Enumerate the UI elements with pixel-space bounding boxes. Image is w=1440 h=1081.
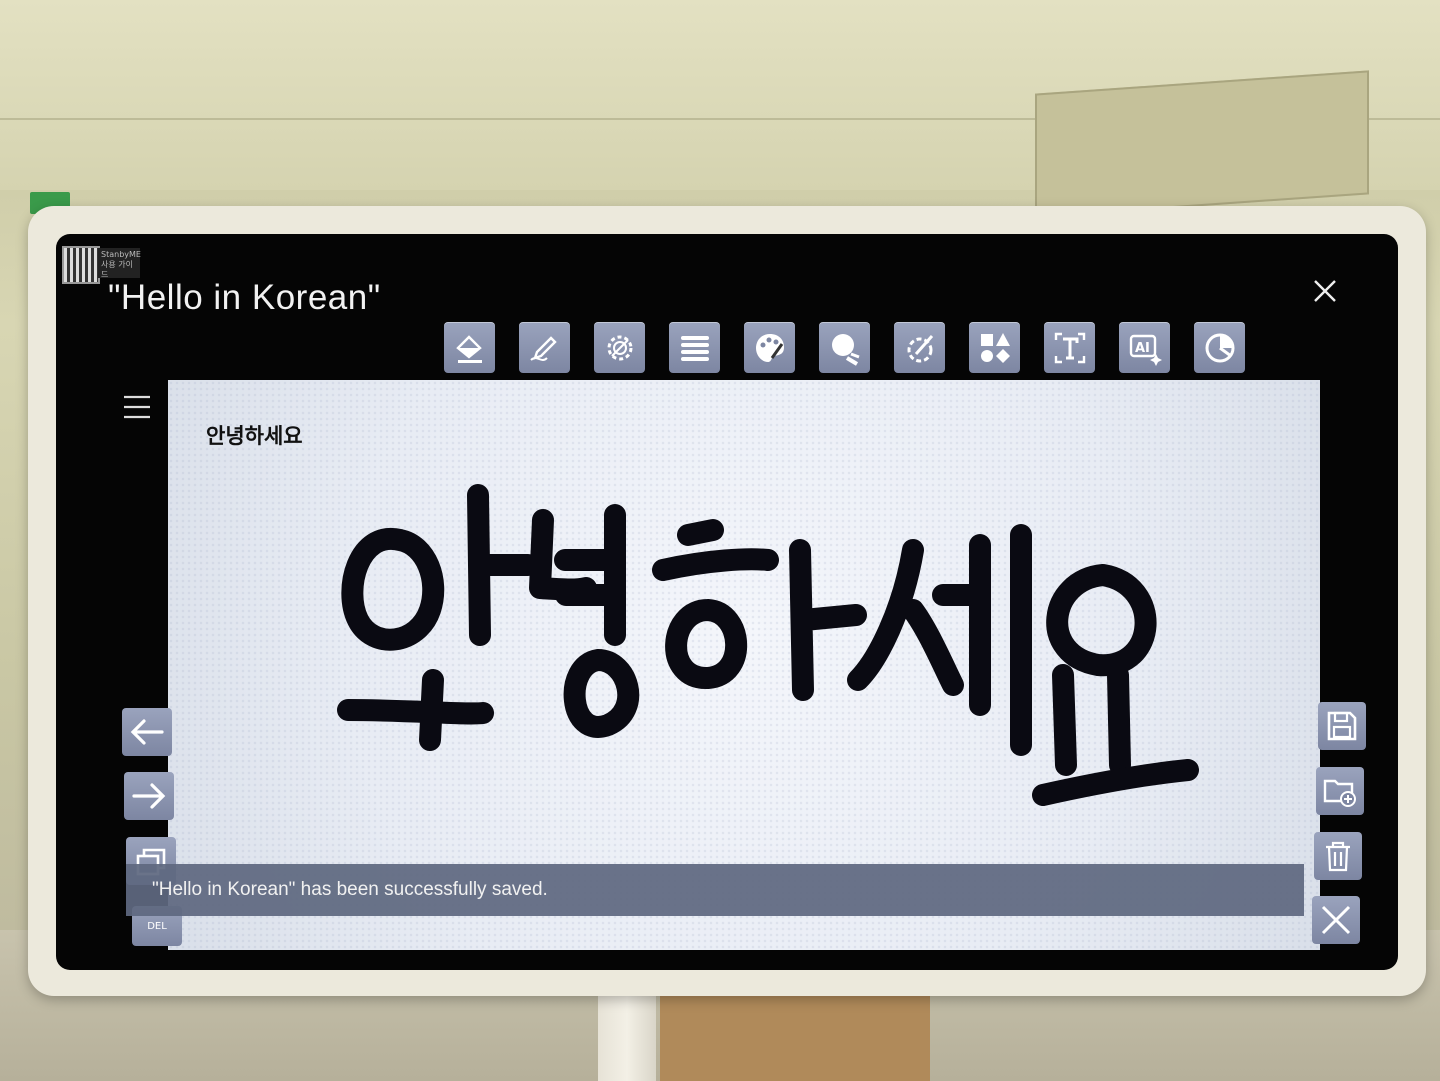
palette-icon[interactable] — [744, 322, 795, 373]
hamburger-menu-icon[interactable] — [122, 394, 152, 420]
brush-wheel-icon[interactable] — [894, 322, 945, 373]
fill-bucket-icon[interactable] — [444, 322, 495, 373]
toolbar: AI — [444, 322, 1245, 374]
document-title: "Hello in Korean" — [108, 278, 381, 317]
arrow-left-icon — [130, 719, 164, 745]
monitor-stand — [598, 990, 656, 1081]
pie-chart-icon[interactable] — [1194, 322, 1245, 373]
trash-icon — [1326, 841, 1350, 872]
shapes-icon[interactable] — [969, 322, 1020, 373]
pen-icon[interactable] — [519, 322, 570, 373]
svg-text:AI: AI — [1135, 341, 1150, 356]
delete-label: DEL — [147, 920, 167, 932]
ai-icon[interactable]: AI — [1119, 322, 1170, 373]
wall-duct — [1035, 70, 1369, 218]
text-box-icon[interactable] — [1044, 322, 1095, 373]
qr-code-icon[interactable] — [62, 246, 100, 284]
folder-add-icon — [1323, 779, 1356, 807]
close-icon[interactable] — [1312, 278, 1338, 304]
cardboard-box — [660, 995, 930, 1081]
brand-label: StanbyME 사용 가이드 — [98, 248, 141, 279]
save-button[interactable] — [1318, 702, 1366, 750]
arrow-right-icon — [132, 783, 166, 809]
app-screen: StanbyME 사용 가이드 "Hello in Korean" AI 안녕하… — [56, 234, 1398, 970]
gear-pattern-icon[interactable] — [594, 322, 645, 373]
sphere-icon[interactable] — [819, 322, 870, 373]
save-icon — [1327, 711, 1357, 741]
open-folder-button[interactable] — [1316, 767, 1364, 815]
close-icon — [1321, 905, 1351, 935]
lines-icon[interactable] — [669, 322, 720, 373]
toast-message: "Hello in Korean" has been successfully … — [152, 879, 548, 900]
redo-button[interactable] — [124, 772, 174, 820]
trash-button[interactable] — [1314, 832, 1362, 880]
save-toast: "Hello in Korean" has been successfully … — [126, 864, 1304, 916]
undo-button[interactable] — [122, 708, 172, 756]
